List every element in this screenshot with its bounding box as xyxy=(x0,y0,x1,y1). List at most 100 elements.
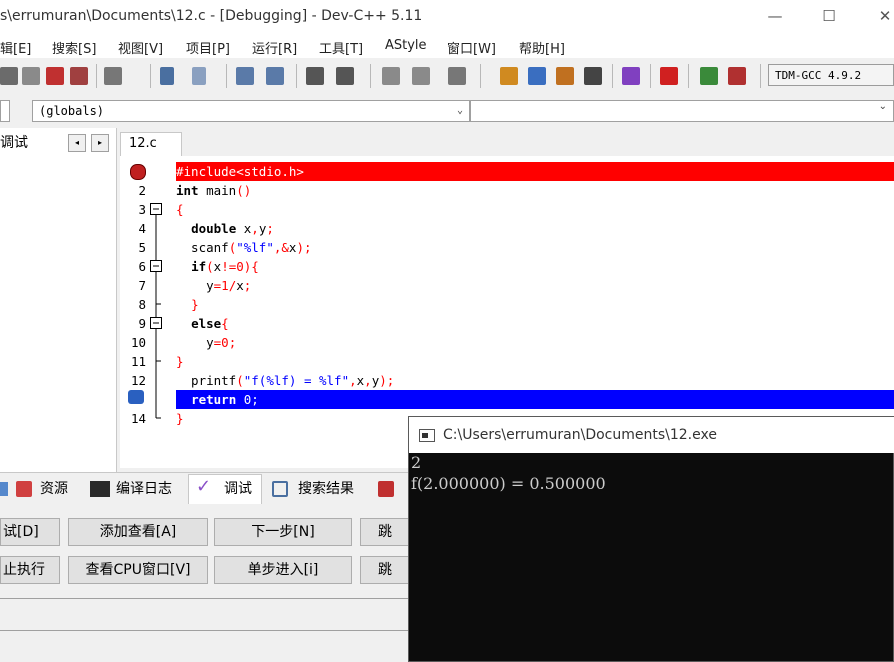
project-combo[interactable] xyxy=(0,100,10,122)
skip-button[interactable]: 跳 xyxy=(360,556,410,584)
stop-execution-button[interactable]: 止执行 xyxy=(0,556,60,584)
console-window[interactable]: C:\Users\errumuran\Documents\12.exe 2 f(… xyxy=(408,416,894,662)
close-button[interactable]: ✕ xyxy=(862,0,894,34)
compiler-select[interactable]: TDM-GCC 4.9.2 xyxy=(768,64,894,86)
menu-project[interactable]: 项目[P] xyxy=(186,38,230,57)
replace-icon[interactable] xyxy=(266,67,284,85)
line-number: 4 xyxy=(138,221,146,236)
step-into-button[interactable]: 单步进入[i] xyxy=(214,556,352,584)
unindent-icon[interactable] xyxy=(336,67,354,85)
resources-icon xyxy=(16,481,32,497)
chevron-down-icon[interactable]: ⌄ xyxy=(879,101,887,112)
redo-icon[interactable] xyxy=(192,67,206,85)
next-tab-icon[interactable]: ▸ xyxy=(91,134,109,152)
title-bar: s\errumuran\Documents\12.c - [Debugging]… xyxy=(0,0,894,34)
console-output-line: f(2.000000) = 0.500000 xyxy=(411,474,606,493)
bookmark-icon[interactable] xyxy=(382,67,400,85)
line-number: 6 xyxy=(138,259,146,274)
menu-run[interactable]: 运行[R] xyxy=(252,38,297,57)
tab-resources[interactable]: 资源 xyxy=(40,478,68,498)
code-line[interactable]: } xyxy=(176,352,894,371)
console-title-bar[interactable]: C:\Users\errumuran\Documents\12.exe xyxy=(409,417,894,453)
code-line[interactable]: double x,y; xyxy=(176,219,894,238)
save-all-icon[interactable] xyxy=(22,67,40,85)
goto-bookmark-icon[interactable] xyxy=(412,67,430,85)
save-icon[interactable] xyxy=(0,67,18,85)
editor-tab-bar xyxy=(118,128,894,156)
menu-window[interactable]: 窗口[W] xyxy=(447,38,496,57)
tab-compile-log[interactable]: 编译日志 xyxy=(116,478,172,498)
code-line[interactable]: int main() xyxy=(176,181,894,200)
divider xyxy=(0,598,410,599)
line-number: 7 xyxy=(138,278,146,293)
line-number: 12 xyxy=(130,373,146,388)
menu-help[interactable]: 帮助[H] xyxy=(519,38,565,57)
code-line[interactable]: else{ xyxy=(176,314,894,333)
console-title: C:\Users\errumuran\Documents\12.exe xyxy=(443,427,717,443)
console-icon-glyph xyxy=(422,433,428,438)
code-line[interactable]: { xyxy=(176,200,894,219)
console-output-line: 2 xyxy=(411,453,422,472)
jump-button[interactable]: 跳 xyxy=(360,518,410,546)
view-cpu-button[interactable]: 查看CPU窗口[V] xyxy=(68,556,208,584)
print-icon[interactable] xyxy=(104,67,122,85)
code-line[interactable]: scanf("%lf",&x); xyxy=(176,238,894,257)
code-line-current[interactable]: return 0; xyxy=(176,390,894,409)
tab-search-results[interactable]: 搜索结果 xyxy=(298,478,354,498)
code-line[interactable]: y=0; xyxy=(176,333,894,352)
divider xyxy=(0,630,410,631)
delete-profile-icon[interactable] xyxy=(728,67,746,85)
find-icon[interactable] xyxy=(236,67,254,85)
check-syntax-icon[interactable] xyxy=(622,67,640,85)
code-line[interactable]: y=1/x; xyxy=(176,276,894,295)
menu-astyle[interactable]: AStyle xyxy=(385,38,427,53)
tab-debug-output[interactable]: 调试 xyxy=(224,478,252,498)
debug-button[interactable]: 试[D] xyxy=(0,518,60,546)
tab-debug[interactable]: 调试 xyxy=(0,132,28,152)
stop-icon[interactable] xyxy=(660,67,678,85)
tab-file[interactable]: 12.c xyxy=(120,132,182,156)
indent-icon[interactable] xyxy=(306,67,324,85)
minimize-button[interactable]: — xyxy=(752,0,798,34)
compile-icon[interactable] xyxy=(500,67,518,85)
line-number: 14 xyxy=(130,411,146,426)
profile-icon[interactable] xyxy=(700,67,718,85)
maximize-button[interactable]: ☐ xyxy=(806,0,852,34)
code-line[interactable]: if(x!=0){ xyxy=(176,257,894,276)
function-combo[interactable]: ⌄ xyxy=(470,100,894,122)
line-number: 3 xyxy=(138,202,146,217)
exec-point-icon xyxy=(128,390,144,404)
tab-compiler-icon[interactable] xyxy=(0,482,8,496)
code-line-breakpoint[interactable]: #include<stdio.h> xyxy=(176,162,894,181)
menu-edit[interactable]: 辑[E] xyxy=(0,38,31,57)
rebuild-icon[interactable] xyxy=(584,67,602,85)
console-icon xyxy=(419,429,435,442)
next-step-button[interactable]: 下一步[N] xyxy=(214,518,352,546)
breakpoint-icon[interactable] xyxy=(130,164,146,180)
run-icon[interactable] xyxy=(528,67,546,85)
menu-view[interactable]: 视图[V] xyxy=(118,38,163,57)
menu-search[interactable]: 搜索[S] xyxy=(52,38,96,57)
toolbar-separator xyxy=(760,64,761,88)
toolbar-separator xyxy=(688,64,689,88)
toolbar-separator xyxy=(296,64,297,88)
add-watch-button[interactable]: 添加查看[A] xyxy=(68,518,208,546)
menu-tools[interactable]: 工具[T] xyxy=(319,38,363,57)
scope-combo[interactable]: (globals) ⌄ xyxy=(32,100,470,122)
undo-icon[interactable] xyxy=(160,67,174,85)
compile-run-icon[interactable] xyxy=(556,67,574,85)
code-line[interactable]: printf("f(%lf) = %lf",x,y); xyxy=(176,371,894,390)
close-all-icon[interactable] xyxy=(70,67,88,85)
close-tab-icon[interactable] xyxy=(378,481,394,497)
comment-icon[interactable] xyxy=(448,67,466,85)
toolbar-separator xyxy=(370,64,371,88)
menu-bar: 辑[E] 搜索[S] 视图[V] 项目[P] 运行[R] 工具[T] AStyl… xyxy=(0,34,894,58)
line-number: 10 xyxy=(130,335,146,350)
toolbar-separator xyxy=(612,64,613,88)
code-line[interactable]: } xyxy=(176,295,894,314)
check-icon: ✓ xyxy=(196,476,212,497)
close-file-icon[interactable] xyxy=(46,67,64,85)
prev-tab-icon[interactable]: ◂ xyxy=(68,134,86,152)
chevron-down-icon[interactable]: ⌄ xyxy=(457,101,463,121)
line-number: 11 xyxy=(130,354,146,369)
